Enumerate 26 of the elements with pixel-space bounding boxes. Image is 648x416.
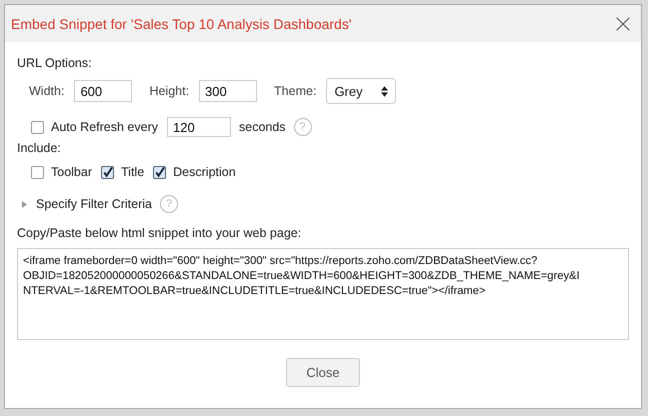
updown-icon — [381, 86, 388, 96]
field-label: Height: — [149, 84, 190, 98]
section-label: URL Options: — [17, 56, 93, 72]
close-button[interactable]: Close — [286, 358, 360, 387]
close-icon[interactable] — [615, 16, 631, 32]
interval-field[interactable]: 120 — [167, 117, 231, 137]
checkbox-label: Description — [173, 165, 236, 179]
unit-label: seconds — [239, 120, 286, 134]
expand-arrow-icon[interactable] — [22, 200, 27, 208]
checkbox[interactable] — [153, 166, 166, 178]
theme-select[interactable]: Grey — [326, 78, 396, 104]
checkbox-label: Toolbar — [51, 165, 92, 179]
snippet-label: Copy/Paste below html snippet into your web page: — [17, 226, 302, 242]
field-label: Theme: — [274, 84, 316, 98]
height-field[interactable]: 300 — [199, 80, 258, 102]
dialog-title: Embed Snippet for 'Sales Top 10 Analysis Dashboards' — [11, 16, 352, 32]
section-label: Include: — [17, 141, 62, 157]
width-field[interactable]: 600 — [74, 80, 132, 102]
checkbox-label: Auto Refresh every — [51, 120, 158, 134]
checkbox-label: Title — [121, 165, 144, 179]
checkbox[interactable] — [101, 166, 114, 178]
snippet-textarea[interactable]: <iframe frameborder=0 width="600" height="300" src="https://reports.zoho.com/ZDBDataSheetView.cc? OBJID=182052000000050266&STANDALONE=true&WIDTH=600&HEIGHT=300&ZDB_THEME_NAME=grey&I NTERVAL=-1&REMTOOLBAR=true&INCLUDETITLE=true&INCLUDEDESC=true"></iframe> — [17, 248, 629, 340]
field-label: Width: — [29, 84, 64, 98]
checkbox[interactable] — [31, 166, 44, 178]
expander-label[interactable]: Specify Filter Criteria — [36, 197, 152, 211]
checkbox[interactable] — [31, 120, 44, 134]
